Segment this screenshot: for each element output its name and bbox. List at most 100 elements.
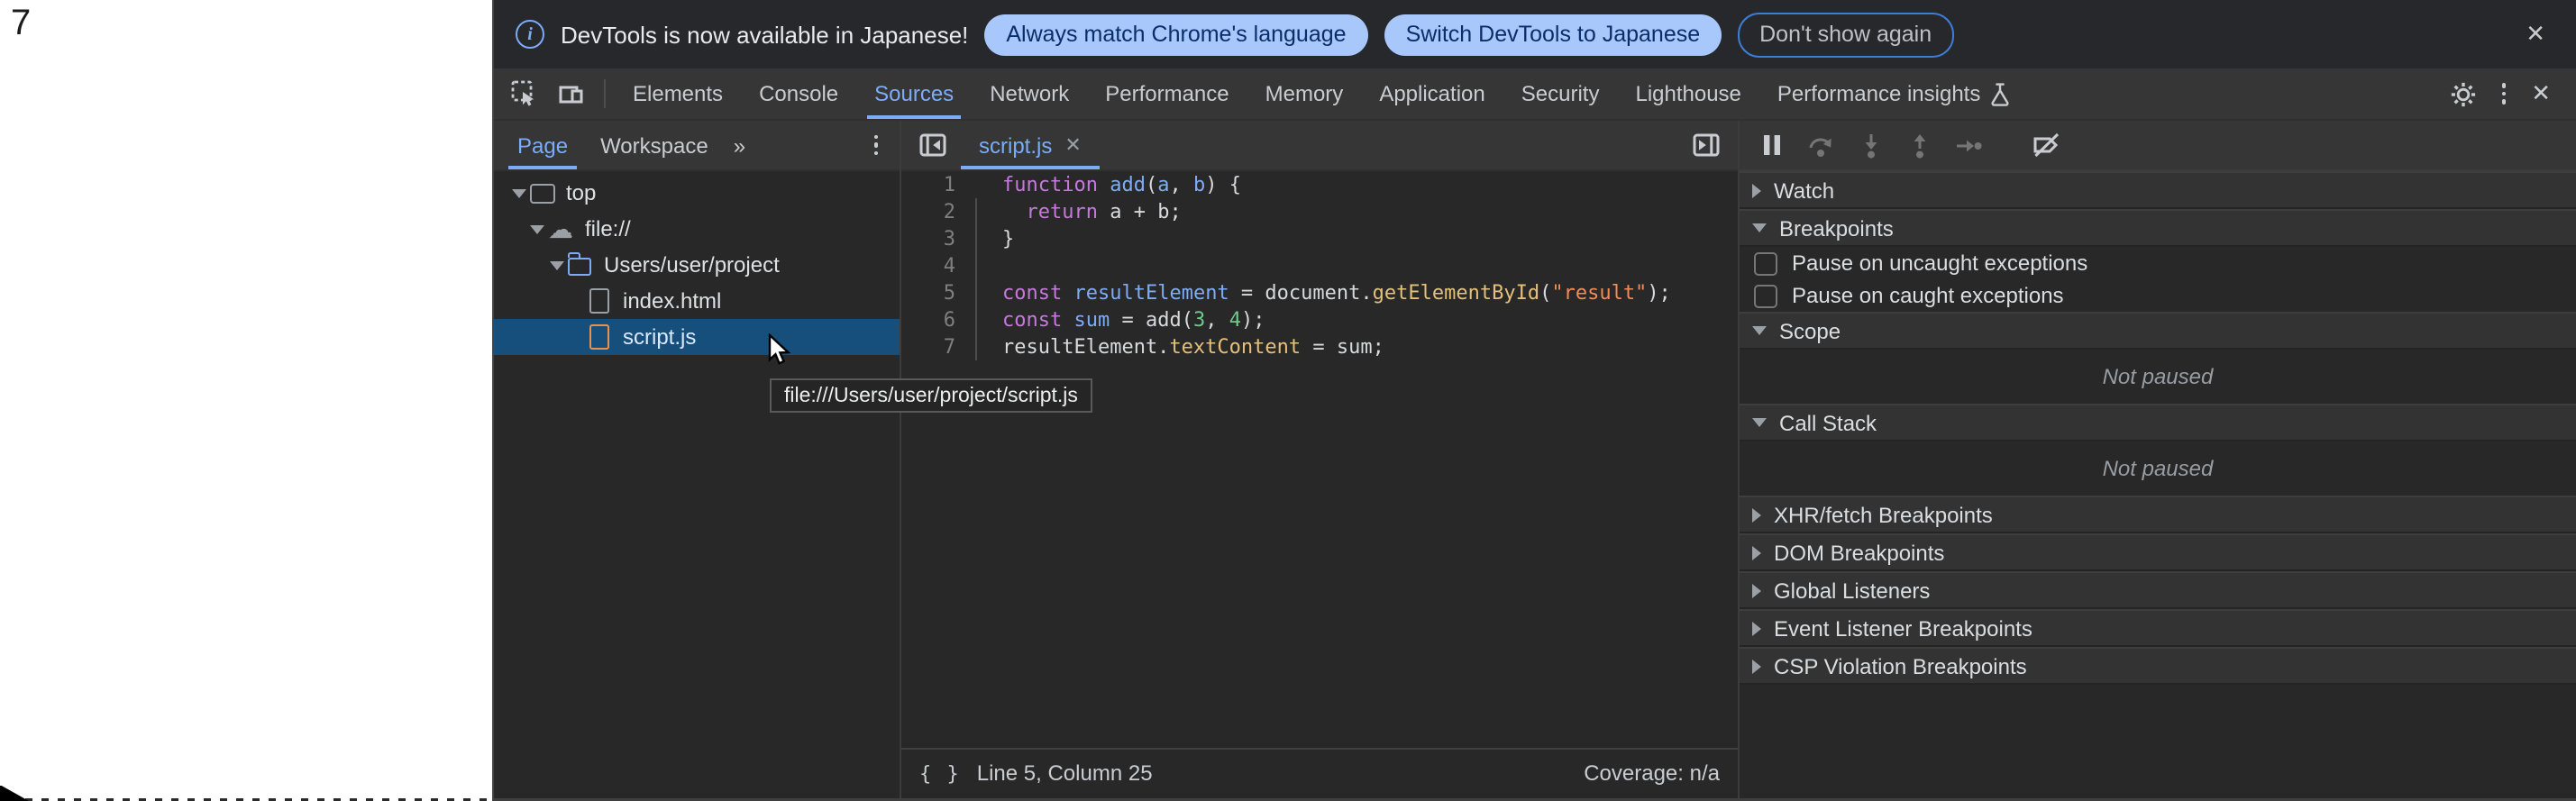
tab-label: Console xyxy=(759,81,838,106)
cloud-icon: ☁ xyxy=(547,216,574,241)
toolbar-divider xyxy=(604,79,606,108)
tree-item-index-html[interactable]: index.html xyxy=(494,283,900,319)
tab-application[interactable]: Application xyxy=(1361,68,1503,119)
device-toolbar-icon[interactable] xyxy=(548,68,595,119)
deactivate-breakpoints-icon[interactable] xyxy=(2032,132,2062,159)
tab-elements[interactable]: Elements xyxy=(615,68,741,119)
line-number[interactable]: 1 xyxy=(901,171,955,198)
editor-tabbar: script.js ✕ xyxy=(901,121,1738,171)
settings-gear-icon[interactable] xyxy=(2438,80,2487,107)
tab-lighthouse[interactable]: Lighthouse xyxy=(1617,68,1758,119)
coverage-text: Coverage: n/a xyxy=(1584,760,1720,786)
checkbox[interactable] xyxy=(1754,284,1777,307)
editor-statusbar: { } Line 5, Column 25 Coverage: n/a xyxy=(901,747,1738,797)
tab-label: Performance insights xyxy=(1777,81,1980,106)
tab-memory[interactable]: Memory xyxy=(1247,68,1362,119)
line-number[interactable]: 3 xyxy=(901,225,955,252)
expand-arrow-icon[interactable] xyxy=(546,260,566,269)
step-over-icon[interactable] xyxy=(1806,132,1835,158)
section-watch[interactable]: Watch xyxy=(1740,171,2576,209)
more-tabs-icon[interactable]: » xyxy=(725,132,753,158)
inspect-icon[interactable] xyxy=(501,68,548,119)
screenshot-root: 7 i DevTools is now available in Japanes… xyxy=(0,0,2576,801)
cursor-position-text: Line 5, Column 25 xyxy=(977,760,1153,786)
section-global-listeners[interactable]: Global Listeners xyxy=(1740,571,2576,609)
navigator-more-options-icon[interactable] xyxy=(859,135,892,156)
line-number[interactable]: 6 xyxy=(901,306,955,333)
collapse-arrow-icon xyxy=(1752,418,1767,427)
infobar-close-icon[interactable]: ✕ xyxy=(2517,16,2554,52)
tab-workspace[interactable]: Workspace xyxy=(584,121,725,169)
expand-arrow-icon[interactable] xyxy=(508,188,528,197)
more-options-icon[interactable] xyxy=(2487,84,2520,105)
browser-page: 7 xyxy=(0,0,492,801)
tree-item-label: script.js xyxy=(623,324,696,350)
tab-label: Memory xyxy=(1265,81,1344,106)
not-paused-message: Not paused xyxy=(1740,350,2576,404)
row-pause-on-caught-exceptions: Pause on caught exceptions xyxy=(1740,279,2576,312)
line-number-gutter[interactable]: 1234567 xyxy=(901,171,966,747)
switch-japanese-button[interactable]: Switch DevTools to Japanese xyxy=(1384,14,1722,55)
section-scope[interactable]: Scope xyxy=(1740,312,2576,350)
step-icon[interactable] xyxy=(1956,132,1983,158)
close-devtools-icon[interactable]: ✕ xyxy=(2520,79,2562,108)
step-into-icon[interactable] xyxy=(1859,132,1884,158)
toggle-navigator-icon[interactable] xyxy=(912,133,954,157)
section-csp-violation-breakpoints[interactable]: CSP Violation Breakpoints xyxy=(1740,647,2576,685)
navigator-tabbar: Page Workspace » xyxy=(494,121,900,171)
editor-pane: script.js ✕ 1234567 function add(a, xyxy=(901,121,1740,797)
tab-console[interactable]: Console xyxy=(741,68,856,119)
section-label: Watch xyxy=(1774,177,1834,203)
pretty-print-icon[interactable]: { } xyxy=(919,761,961,785)
expand-arrow-icon[interactable] xyxy=(527,224,547,233)
indent-guide xyxy=(975,198,977,360)
line-number[interactable]: 2 xyxy=(901,198,955,225)
tab-performance[interactable]: Performance xyxy=(1087,68,1247,119)
tree-item-label: top xyxy=(566,180,596,205)
sources-panel: Page Workspace » top ☁ file:// Users/user/p… xyxy=(494,121,2576,797)
tab-network[interactable]: Network xyxy=(972,68,1087,119)
editor-tab-scriptjs[interactable]: script.js ✕ xyxy=(961,121,1100,169)
tab-performance-insights[interactable]: Performance insights xyxy=(1759,68,2027,119)
expand-arrow-icon xyxy=(1752,621,1761,635)
line-number[interactable]: 4 xyxy=(901,252,955,279)
navigator-pane: Page Workspace » top ☁ file:// Users/user/p… xyxy=(494,121,901,797)
tab-security[interactable]: Security xyxy=(1503,68,1618,119)
language-infobar: i DevTools is now available in Japanese!… xyxy=(494,0,2576,68)
checkbox[interactable] xyxy=(1754,251,1777,275)
section-call-stack[interactable]: Call Stack xyxy=(1740,404,2576,441)
code-line: const sum = add(3, 4); xyxy=(1002,306,1671,333)
line-number[interactable]: 7 xyxy=(901,333,955,360)
section-breakpoints[interactable]: Breakpoints xyxy=(1740,209,2576,247)
tree-item-users-user-project[interactable]: Users/user/project xyxy=(494,247,900,283)
section-dom-breakpoints[interactable]: DOM Breakpoints xyxy=(1740,533,2576,571)
tab-label: Sources xyxy=(874,81,954,106)
match-language-button[interactable]: Always match Chrome's language xyxy=(984,14,1367,55)
code-editor[interactable]: 1234567 function add(a, b) { return a + … xyxy=(901,171,1738,747)
tab-sources[interactable]: Sources xyxy=(856,68,972,119)
file-path-tooltip: file:///Users/user/project/script.js xyxy=(770,378,1092,413)
pause-icon[interactable] xyxy=(1761,133,1783,157)
collapse-arrow-icon xyxy=(1752,223,1767,232)
toggle-debugger-sidebar-icon[interactable] xyxy=(1685,133,1727,157)
dont-show-again-button[interactable]: Don't show again xyxy=(1738,12,1953,57)
editor-tab-close-icon[interactable]: ✕ xyxy=(1064,133,1081,157)
tree-item-top[interactable]: top xyxy=(494,175,900,211)
page-result-text: 7 xyxy=(11,4,31,45)
tree-item-label: file:// xyxy=(585,216,631,241)
debugger-controls xyxy=(1740,121,2576,171)
section-label: Breakpoints xyxy=(1779,215,1894,241)
toolbar-right-controls: ✕ xyxy=(2418,68,2576,119)
expand-arrow-icon xyxy=(1752,659,1761,673)
tab-label: Performance xyxy=(1105,81,1229,106)
tab-page[interactable]: Page xyxy=(501,121,584,169)
mouse-cursor xyxy=(768,333,791,366)
collapse-arrow-icon xyxy=(1752,326,1767,335)
section-event-listener-breakpoints[interactable]: Event Listener Breakpoints xyxy=(1740,609,2576,647)
section-xhr-fetch-breakpoints[interactable]: XHR/fetch Breakpoints xyxy=(1740,496,2576,533)
code-line: return a + b; xyxy=(1002,198,1671,225)
tree-item-script-js[interactable]: script.js xyxy=(494,319,900,355)
line-number[interactable]: 5 xyxy=(901,279,955,306)
step-out-icon[interactable] xyxy=(1907,132,1932,158)
tree-item-file-[interactable]: ☁ file:// xyxy=(494,211,900,247)
